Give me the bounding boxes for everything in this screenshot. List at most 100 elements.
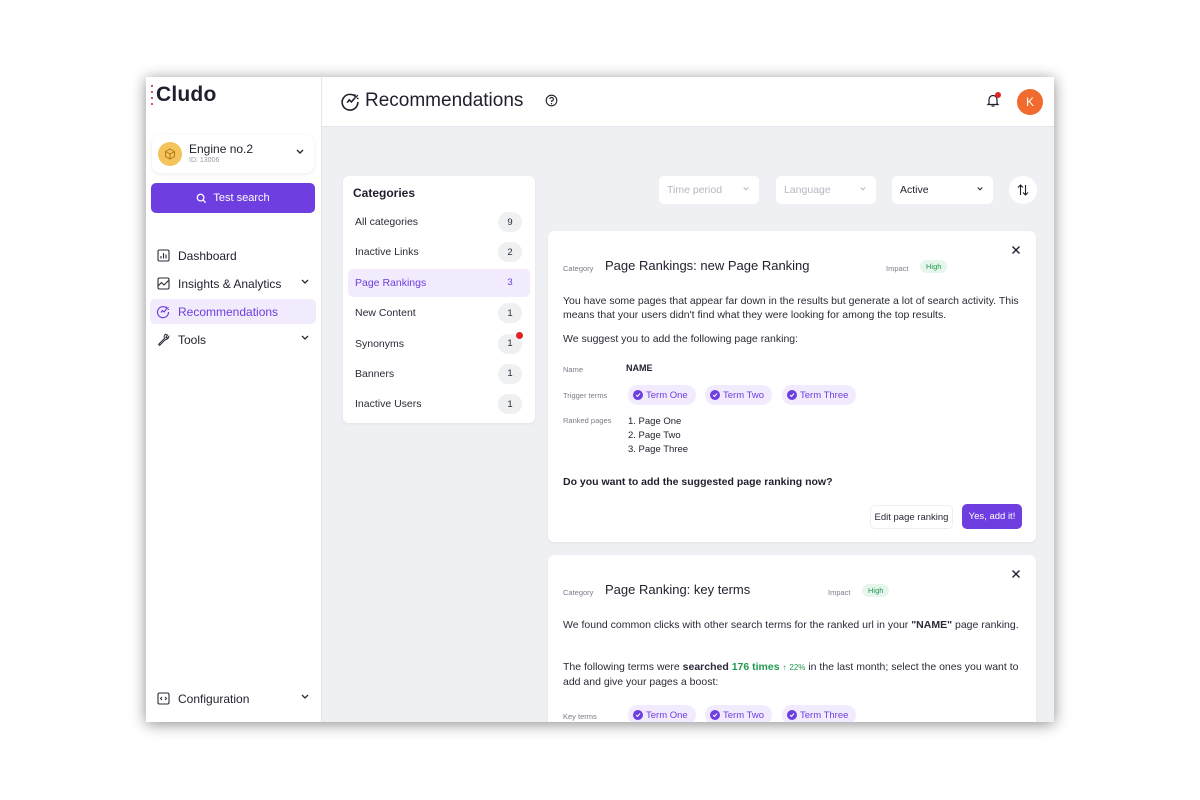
category-item-new-content[interactable]: New Content 1 [348, 299, 530, 327]
term-chip[interactable]: Term One [628, 705, 696, 722]
trend-up-icon: ↑ [782, 663, 787, 672]
sidebar-item-dashboard[interactable]: Dashboard [150, 243, 316, 268]
logo[interactable]: Cludo [151, 83, 216, 107]
chevron-down-icon [301, 279, 309, 284]
category-count: 2 [498, 242, 522, 263]
category-label: Inactive Links [355, 246, 419, 259]
engine-cube-icon [158, 142, 182, 166]
sidebar-item-recommendations[interactable]: Recommendations [150, 299, 316, 324]
card-title: Page Ranking: key terms [605, 582, 751, 597]
category-item-banners[interactable]: Banners 1 [348, 360, 530, 388]
category-label: All categories [355, 216, 419, 228]
help-icon[interactable] [545, 94, 558, 107]
impact-label: Impact [886, 264, 909, 273]
time-period-value: Time period [667, 184, 723, 196]
sort-arrows-icon [1017, 184, 1029, 196]
wrench-icon [156, 333, 170, 347]
close-icon[interactable] [1011, 569, 1021, 579]
status-value: Active [900, 184, 929, 196]
recommendations-icon [156, 305, 170, 319]
sidebar-item-insights[interactable]: Insights & Analytics [150, 271, 316, 296]
term-chip[interactable]: Term Two [705, 385, 773, 405]
term-label: Term One [646, 389, 688, 401]
ranking-name: "NAME" [911, 619, 953, 631]
term-chip[interactable]: Term Three [782, 705, 857, 722]
categories-title: Categories [353, 186, 416, 200]
list-item: 1. Page One [628, 416, 682, 427]
edit-page-ranking-button[interactable]: Edit page ranking [870, 505, 953, 529]
term-chip[interactable]: Term One [628, 385, 696, 405]
close-icon[interactable] [1011, 245, 1021, 255]
chevron-down-icon [301, 335, 309, 340]
test-search-button[interactable]: Test search [151, 183, 315, 213]
search-icon [197, 193, 207, 203]
chevron-down-icon [296, 149, 304, 154]
sidebar-item-label: Insights & Analytics [178, 276, 282, 291]
term-chip[interactable]: Term Two [705, 705, 773, 722]
category-label: Category [563, 264, 594, 273]
app-window: Cludo Engine no.2 ID: 13006 Test search … [146, 77, 1054, 722]
key-terms-label: Key terms [563, 712, 597, 721]
status-select[interactable]: Active [892, 176, 993, 204]
chart-icon [156, 249, 170, 263]
check-icon [633, 710, 643, 720]
term-label: Term Three [800, 389, 849, 401]
logo-text: Cludo [156, 83, 217, 106]
language-value: Language [784, 184, 831, 196]
category-count: 3 [507, 277, 513, 289]
name-label: Name [563, 365, 584, 374]
language-select[interactable]: Language [776, 176, 876, 204]
recommendation-card: Category Page Ranking: key terms Impact … [548, 555, 1036, 722]
page-title: Recommendations [365, 90, 524, 111]
sidebar-item-tools[interactable]: Tools [150, 327, 316, 352]
sidebar-item-configuration[interactable]: Configuration [150, 686, 316, 711]
term-chip[interactable]: Term Three [782, 385, 857, 405]
check-icon [787, 710, 797, 720]
category-label: Page Rankings [355, 276, 427, 289]
list-item: 3. Page Three [628, 444, 689, 455]
text-part: We found common clicks with other search… [563, 619, 912, 631]
analytics-icon [156, 277, 170, 291]
code-box-icon [156, 692, 170, 706]
ranked-pages-label: Ranked pages [563, 416, 612, 425]
term-label: Term One [646, 709, 688, 721]
category-label: Inactive Users [355, 398, 422, 411]
check-icon [787, 390, 797, 400]
category-label: Banners [355, 367, 395, 380]
term-label: Term Two [723, 709, 765, 721]
check-icon [710, 710, 720, 720]
time-period-select[interactable]: Time period [659, 176, 759, 204]
sidebar: Cludo Engine no.2 ID: 13006 Test search … [146, 77, 322, 722]
sidebar-item-label: Tools [178, 332, 207, 347]
avatar[interactable]: K [1017, 89, 1043, 115]
sort-button[interactable] [1009, 176, 1037, 204]
card-suggestion: The following terms were searched 176 ti… [563, 660, 1023, 689]
card-title: Page Rankings: new Page Ranking [605, 258, 810, 273]
trend-percent: 22% [789, 663, 806, 672]
sidebar-item-label: Recommendations [178, 304, 279, 319]
text-part: The following terms were [563, 661, 683, 673]
ranked-pages-list: 1. Page One 2. Page Two 3. Page Three [628, 415, 688, 457]
category-item-page-rankings[interactable]: Page Rankings 3 [348, 268, 530, 297]
sidebar-item-label: Configuration [178, 691, 250, 706]
category-count: 1 [498, 303, 522, 324]
add-ranking-button[interactable]: Yes, add it! [962, 504, 1022, 529]
category-label: Category [563, 588, 594, 597]
engine-selector[interactable]: Engine no.2 ID: 13006 [152, 135, 314, 173]
notification-dot [995, 92, 1001, 98]
category-item-synonyms[interactable]: Synonyms 1 [348, 330, 530, 358]
check-icon [633, 390, 643, 400]
category-item-inactive-users[interactable]: Inactive Users 1 [348, 390, 530, 418]
check-icon [710, 390, 720, 400]
chevron-down-icon [977, 187, 983, 191]
category-item-all[interactable]: All categories 9 [348, 208, 530, 236]
category-item-inactive-links[interactable]: Inactive Links 2 [348, 238, 530, 266]
top-header: Recommendations K [322, 77, 1054, 127]
sidebar-nav: Dashboard Insights & Analytics Recommend… [150, 243, 316, 355]
search-count: 176 times [731, 661, 780, 673]
category-label: New Content [355, 307, 416, 320]
text-bold: searched [682, 661, 729, 673]
trigger-terms-label: Trigger terms [563, 391, 608, 400]
sidebar-item-label: Dashboard [178, 248, 237, 263]
category-count: 1 [498, 363, 522, 384]
